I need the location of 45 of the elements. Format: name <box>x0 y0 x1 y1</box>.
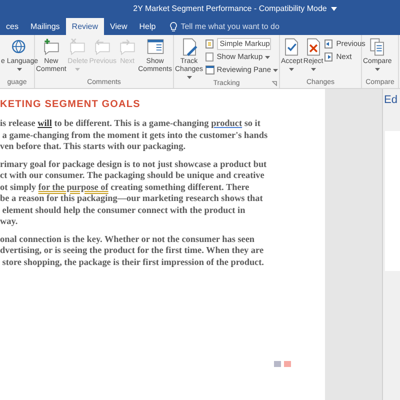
document-text-line: ot simply for the purpose of creating something different. There <box>0 182 250 193</box>
document-heading: KETING SEGMENT GOALS <box>0 98 142 111</box>
document-text-line: rimary goal for package design is to not just showcase a product but <box>0 158 267 170</box>
document-text-line: is release will to be different. This is a game-changing product so it <box>0 118 260 130</box>
next-icon <box>324 52 334 62</box>
tell-me-field[interactable]: Tell me what you want to do <box>180 20 280 32</box>
document-text-line: element should help the consumer connect with the product in <box>1 204 246 216</box>
comment-arrow-right-icon <box>118 38 137 56</box>
panel-icon <box>204 65 215 75</box>
caret-icon <box>264 56 270 58</box>
pane-title: Ed <box>384 93 398 108</box>
document-text-line: dvertising, or is seeing the product for the first time. When they are <box>0 245 264 256</box>
caret-icon <box>289 68 294 71</box>
document-text-line: ct with our consumer. The packaging should be unique and creative <box>0 170 264 182</box>
caret-icon <box>75 68 80 71</box>
ribbon-tab[interactable]: Review <box>66 18 104 35</box>
document-text-line: store shopping, the package is their first impression of the product. <box>1 256 264 268</box>
comments-panel-icon <box>146 38 165 56</box>
caret-icon <box>186 76 192 79</box>
comment-arrow-left-icon <box>93 38 112 56</box>
ribbon-tab[interactable]: Mailings <box>24 18 66 35</box>
caret-icon <box>273 68 278 72</box>
document-text-line: onal connection is the key. Whether or not the consumer has seen <box>0 234 255 245</box>
layout-marker-icon <box>274 361 281 367</box>
document-text-line: a game-changing from the moment it gets into the customer's hands <box>1 130 268 141</box>
comment-plus-icon <box>42 38 61 56</box>
caret-icon <box>374 68 380 71</box>
ribbon-tab[interactable]: ces <box>0 18 24 35</box>
caret-icon <box>16 68 22 71</box>
document-text-line: way. <box>0 216 18 228</box>
ribbon-tab[interactable]: View <box>104 18 134 35</box>
layout-marker-icon <box>284 361 291 367</box>
two-documents-icon <box>368 38 387 56</box>
document-icon <box>204 52 215 62</box>
lightbulb-icon <box>170 22 177 32</box>
document-text-line: be a reason for this packaging—our marketing research shows that <box>0 193 263 204</box>
document-text-line: ven before that. This starts with our packaging. <box>0 141 186 152</box>
caret-icon <box>310 68 316 71</box>
dialog-launcher-icon[interactable] <box>272 81 277 86</box>
previous-icon <box>324 39 334 49</box>
ribbon-tab[interactable]: Help <box>133 18 162 35</box>
document-icon <box>204 39 215 49</box>
window-title: 2Y Market Segment Performance - Compatibility Mode <box>133 3 327 15</box>
comment-x-icon <box>68 38 88 56</box>
caret-icon[interactable] <box>330 7 337 11</box>
